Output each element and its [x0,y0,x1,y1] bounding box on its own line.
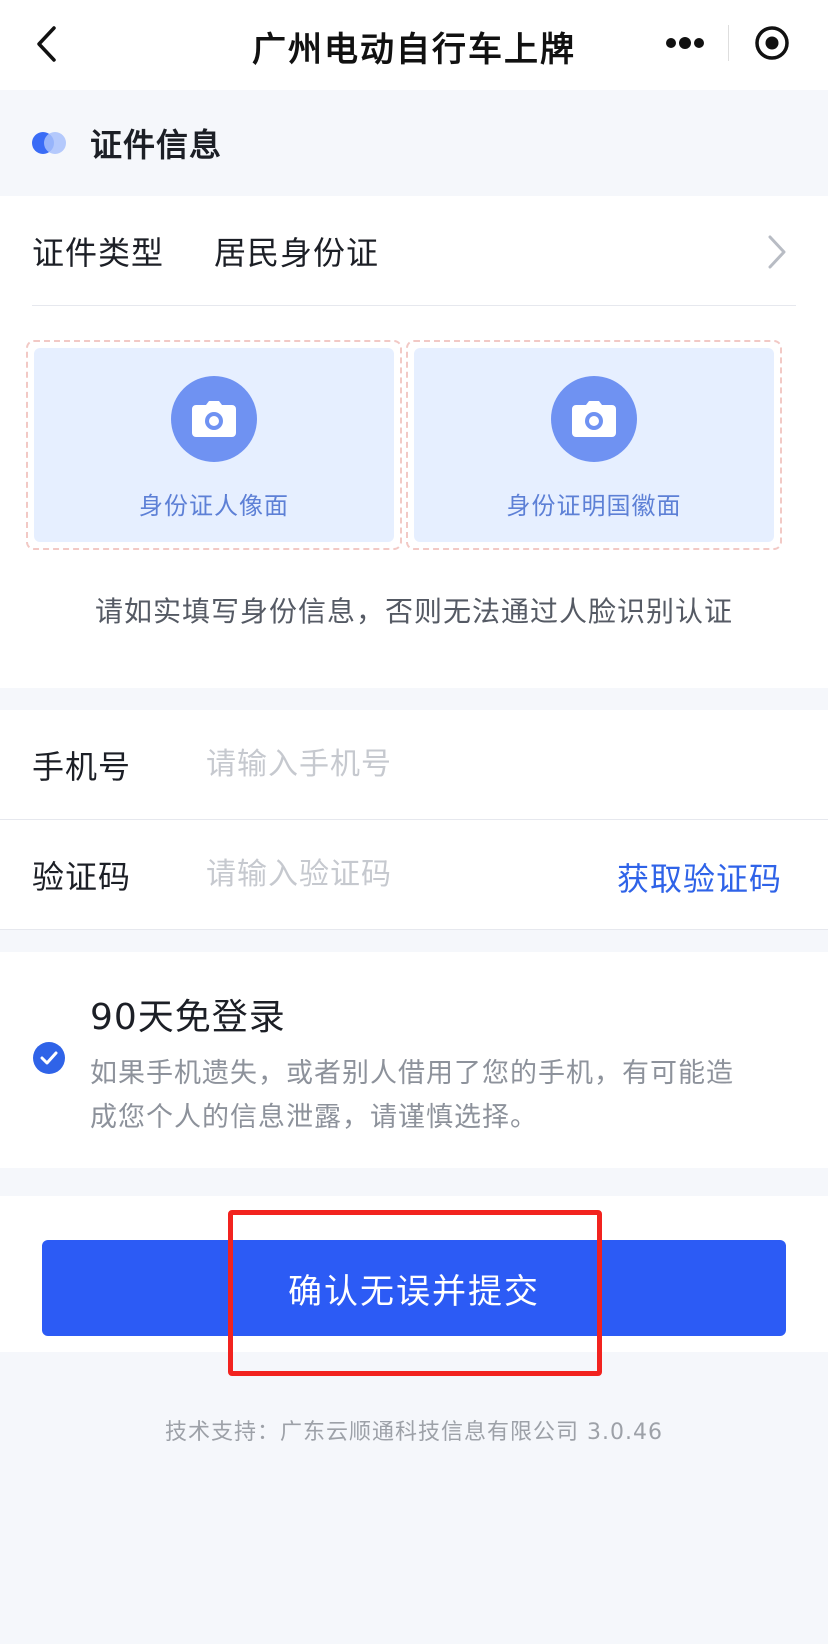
get-code-button[interactable]: 获取验证码 [617,854,782,900]
navigation-bar: 广州电动自行车上牌 [0,0,828,90]
id-card-section: 证件类型 居民身份证 身份证人像面 身份证明国徽面 请如实填写身份信息，否则无法… [0,196,828,688]
code-label: 验证码 [32,857,132,896]
id-front-label: 身份证人像面 [139,492,289,520]
submit-area: 确认无误并提交 [0,1196,828,1352]
code-input[interactable] [206,857,586,892]
id-type-label: 证件类型 [32,233,165,272]
remember-checkbox[interactable] [33,1042,65,1074]
mini-program-capsule [642,10,814,76]
section-header: 证件信息 [0,90,828,196]
id-front-upload[interactable]: 身份证人像面 [26,340,402,550]
id-front-upload-area: 身份证人像面 [34,348,394,542]
id-notice-text: 请如实填写身份信息，否则无法通过人脸识别认证 [94,595,733,628]
phone-row: 手机号 [0,710,828,820]
submit-button[interactable]: 确认无误并提交 [42,1240,786,1336]
id-back-label: 身份证明国徽面 [506,492,682,520]
footer-text: 技术支持：广东云顺通科技信息有限公司 3.0.46 [165,1420,663,1445]
remember-description: 如果手机遗失，或者别人借用了您的手机，有可能造成您个人的信息泄露，请谨慎选择。 [90,1058,734,1133]
id-type-value: 居民身份证 [214,233,380,272]
id-back-upload-area: 身份证明国徽面 [414,348,774,542]
close-mini-program-button[interactable] [729,10,814,76]
checkmark-icon [40,1051,58,1065]
remember-title: 90天免登录 [90,997,286,1038]
section-dots-icon [32,130,70,156]
more-dots-icon [666,37,704,49]
remember-login-section: 90天免登录 如果手机遗失，或者别人借用了您的手机，有可能造成您个人的信息泄露，… [0,952,828,1168]
phone-label: 手机号 [32,747,132,786]
target-close-icon [754,26,789,60]
login-form: 手机号 验证码 获取验证码 [0,710,828,930]
more-button[interactable] [642,10,728,76]
chevron-right-icon [768,235,786,269]
phone-input[interactable] [206,747,586,782]
code-row: 验证码 获取验证码 [0,820,828,930]
camera-icon [171,376,257,462]
id-back-upload[interactable]: 身份证明国徽面 [406,340,782,550]
id-type-selector[interactable]: 证件类型 居民身份证 [32,196,796,306]
camera-icon [551,376,637,462]
section-title: 证件信息 [90,126,223,164]
